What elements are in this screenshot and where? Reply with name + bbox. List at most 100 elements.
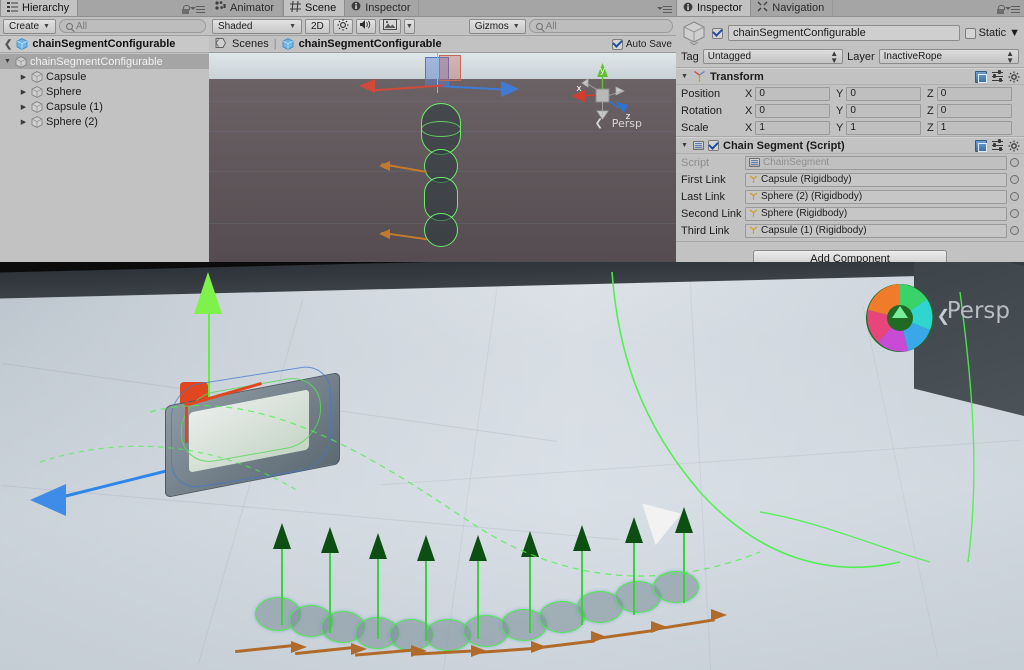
- chevron-down-icon[interactable]: ▼: [680, 142, 689, 149]
- static-label: Static: [978, 27, 1007, 39]
- audio-toggle[interactable]: [355, 18, 376, 34]
- transform-component-header[interactable]: ▼ Transform: [676, 68, 1024, 85]
- scale-y[interactable]: Y 1: [836, 120, 927, 135]
- last-link-object-field[interactable]: Sphere (2) (Rigidbody): [745, 189, 1007, 204]
- tab-animator[interactable]: Animator: [209, 0, 284, 16]
- rotation-z-input[interactable]: 0: [936, 103, 1012, 118]
- tag-dropdown[interactable]: Untagged ▲ ▼: [702, 48, 844, 65]
- last-link-picker-button[interactable]: [1010, 192, 1019, 201]
- first-link-object-field[interactable]: Capsule (Rigidbody): [745, 172, 1007, 187]
- scene-folder-label[interactable]: Scenes: [232, 38, 269, 50]
- chevron-right-icon[interactable]: ▶: [19, 73, 28, 81]
- chevron-down-icon[interactable]: ▼: [3, 58, 12, 65]
- scene-projection-label[interactable]: Persp: [612, 117, 642, 130]
- scale-x-input[interactable]: 1: [755, 120, 830, 135]
- scene-orientation-gizmo[interactable]: y x z Persp ❮: [566, 61, 642, 131]
- draw-mode-dropdown[interactable]: Shaded ▼: [212, 18, 302, 34]
- gear-icon[interactable]: [1008, 71, 1020, 83]
- panel-menu-icon[interactable]: [657, 5, 673, 14]
- rotation-label: Rotation: [681, 104, 722, 117]
- inspector-tabbar: Inspector Navigation: [676, 0, 1024, 17]
- position-y[interactable]: Y 0: [836, 86, 927, 101]
- preset-icon[interactable]: [991, 70, 1004, 82]
- back-arrow-icon[interactable]: ❮: [4, 39, 12, 50]
- hierarchy-row-capsule[interactable]: ▶ Capsule: [0, 69, 209, 84]
- breadcrumb-separator: |: [273, 38, 277, 50]
- rotation-z-value: 0: [940, 105, 947, 116]
- hierarchy-row-root[interactable]: ▼ chainSegmentConfigurable: [0, 54, 209, 69]
- gameobject-name-input[interactable]: chainSegmentConfigurable: [728, 25, 960, 41]
- game-viewport[interactable]: Persp ❮: [0, 262, 1024, 670]
- scene-search-input[interactable]: All: [528, 19, 673, 33]
- scale-z[interactable]: Z 1: [927, 120, 1018, 135]
- scene-breadcrumb-bar: Scenes | chainSegmentConfigurable Auto S…: [209, 36, 676, 53]
- third-link-object-field[interactable]: Capsule (1) (Rigidbody): [745, 223, 1007, 238]
- position-y-input[interactable]: 0: [846, 86, 921, 101]
- mode-2d-toggle[interactable]: 2D: [305, 18, 330, 34]
- script-field-row: Script ChainSegment: [676, 154, 1024, 171]
- gameobject-enabled-checkbox[interactable]: [712, 27, 723, 39]
- static-toggle[interactable]: Static ▼: [964, 27, 1020, 39]
- chain-segment-component-header[interactable]: ▼ Chain Segment (Script): [676, 137, 1024, 154]
- chain-segment-enabled-checkbox[interactable]: [708, 140, 719, 151]
- auto-save-toggle[interactable]: Auto Save: [611, 38, 672, 50]
- position-vector3: X 0 Y 0 Z 0: [745, 86, 1024, 101]
- scene-view-3d[interactable]: y x z Persp ❮: [209, 53, 676, 262]
- first-link-picker-button[interactable]: [1010, 175, 1019, 184]
- gizmos-dropdown[interactable]: Gizmos ▼: [468, 18, 526, 34]
- layer-dropdown[interactable]: InactiveRope ▲ ▼: [878, 49, 1019, 64]
- tab-inspector-secondary[interactable]: Inspector: [345, 0, 420, 16]
- static-checkbox[interactable]: [964, 27, 976, 39]
- position-x-input[interactable]: 0: [755, 86, 830, 101]
- chevron-right-icon[interactable]: ▶: [19, 103, 28, 111]
- rotation-x-input[interactable]: 0: [755, 103, 830, 118]
- chevron-down-icon[interactable]: ▼: [1009, 27, 1020, 39]
- second-link-object-field[interactable]: Sphere (Rigidbody): [745, 206, 1007, 221]
- hierarchy-row-capsule-1[interactable]: ▶ Capsule (1): [0, 99, 209, 114]
- rotation-vector3: X 0 Y 0 Z 0: [745, 103, 1024, 118]
- rotation-y[interactable]: Y 0: [836, 103, 927, 118]
- help-icon[interactable]: [975, 139, 987, 152]
- scale-x[interactable]: X 1: [745, 120, 836, 135]
- hierarchy-row-sphere-2[interactable]: ▶ Sphere (2): [0, 114, 209, 129]
- viewport-orientation-gizmo[interactable]: [864, 282, 936, 354]
- second-link-picker-button[interactable]: [1010, 209, 1019, 218]
- tab-navigation[interactable]: Navigation: [751, 0, 834, 16]
- tab-hierarchy[interactable]: Hierarchy: [0, 0, 79, 16]
- tab-scene[interactable]: Scene: [283, 0, 346, 16]
- add-component-button[interactable]: Add Component: [753, 250, 947, 262]
- effects-dropdown[interactable]: ▼: [403, 18, 415, 34]
- position-z-input[interactable]: 0: [936, 86, 1012, 101]
- lighting-toggle[interactable]: [332, 18, 353, 34]
- gear-icon[interactable]: [1008, 140, 1020, 152]
- chevron-down-icon[interactable]: ▼: [680, 73, 689, 80]
- help-icon[interactable]: [975, 70, 987, 83]
- position-x[interactable]: X 0: [745, 86, 836, 101]
- scene-chain-object[interactable]: [379, 103, 489, 262]
- rotation-x[interactable]: X 0: [745, 103, 836, 118]
- info-icon: [683, 2, 693, 15]
- lock-icon[interactable]: [182, 5, 190, 14]
- chevron-right-icon[interactable]: ▶: [19, 118, 28, 126]
- hierarchy-search-input[interactable]: All: [58, 19, 206, 33]
- scale-y-input[interactable]: 1: [846, 120, 921, 135]
- scale-z-input[interactable]: 1: [936, 120, 1012, 135]
- hierarchy-breadcrumb[interactable]: ❮ chainSegmentConfigurable: [0, 36, 209, 53]
- chevron-right-icon[interactable]: ▶: [19, 88, 28, 96]
- third-link-picker-button[interactable]: [1010, 226, 1019, 235]
- rotation-z[interactable]: Z 0: [927, 103, 1018, 118]
- position-z[interactable]: Z 0: [927, 86, 1018, 101]
- transform-title: Transform: [710, 70, 764, 83]
- rotation-y-input[interactable]: 0: [846, 103, 921, 118]
- preset-icon[interactable]: [991, 139, 1004, 151]
- hierarchy-row-sphere[interactable]: ▶ Sphere: [0, 84, 209, 99]
- viewport-projection-label[interactable]: Persp: [947, 298, 1010, 324]
- auto-save-checkbox[interactable]: [611, 38, 623, 50]
- create-button[interactable]: Create ▼: [3, 18, 56, 34]
- panel-menu-icon[interactable]: [190, 5, 206, 14]
- panel-menu-icon[interactable]: [1005, 5, 1021, 14]
- updown-arrows-icon: ▲ ▼: [830, 48, 839, 65]
- tab-inspector[interactable]: Inspector: [676, 0, 752, 16]
- effects-toggle[interactable]: [378, 18, 401, 34]
- lock-icon[interactable]: [997, 5, 1005, 14]
